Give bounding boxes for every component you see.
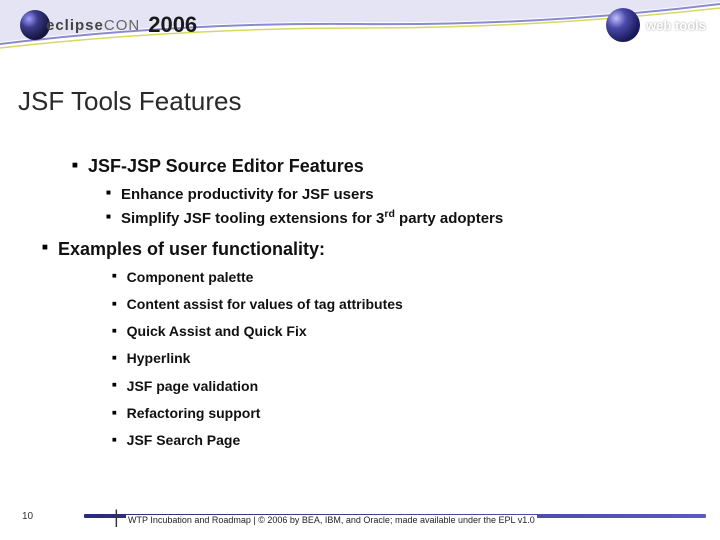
bullet-level3: Quick Assist and Quick Fix <box>112 318 700 345</box>
bullet-level2: Enhance productivity for JSF users <box>106 183 700 206</box>
bullet-level1: JSF-JSP Source Editor Features <box>72 156 700 177</box>
page-number: 10 <box>22 511 33 522</box>
web-tools-logo: web tools <box>606 8 706 42</box>
bullet-level3: Hyperlink <box>112 345 700 372</box>
bullet-level3: Content assist for values of tag attribu… <box>112 291 700 318</box>
bullet-level3: JSF Search Page <box>112 427 700 454</box>
footer-copyright: WTP Incubation and Roadmap | © 2006 by B… <box>126 515 537 525</box>
bullet-level2: Simplify JSF tooling extensions for 3rd … <box>106 206 700 230</box>
webtools-orb-icon <box>606 8 640 42</box>
footer-divider: | <box>114 507 119 528</box>
logo-text: eclipseCON <box>46 17 140 34</box>
slide-title: JSF Tools Features <box>18 86 242 117</box>
slide-header: eclipseCON 2006 web tools <box>0 0 720 56</box>
slide-content: JSF-JSP Source Editor Features Enhance p… <box>72 156 700 455</box>
bullet-level1: Examples of user functionality: <box>42 239 700 260</box>
bullet-level3: Component palette <box>112 264 700 291</box>
bullet-level3: JSF page validation <box>112 373 700 400</box>
eclipsecon-logo: eclipseCON 2006 <box>20 10 197 40</box>
conference-year: 2006 <box>148 12 197 38</box>
bullet-level3: Refactoring support <box>112 400 700 427</box>
webtools-text: web tools <box>646 18 706 33</box>
